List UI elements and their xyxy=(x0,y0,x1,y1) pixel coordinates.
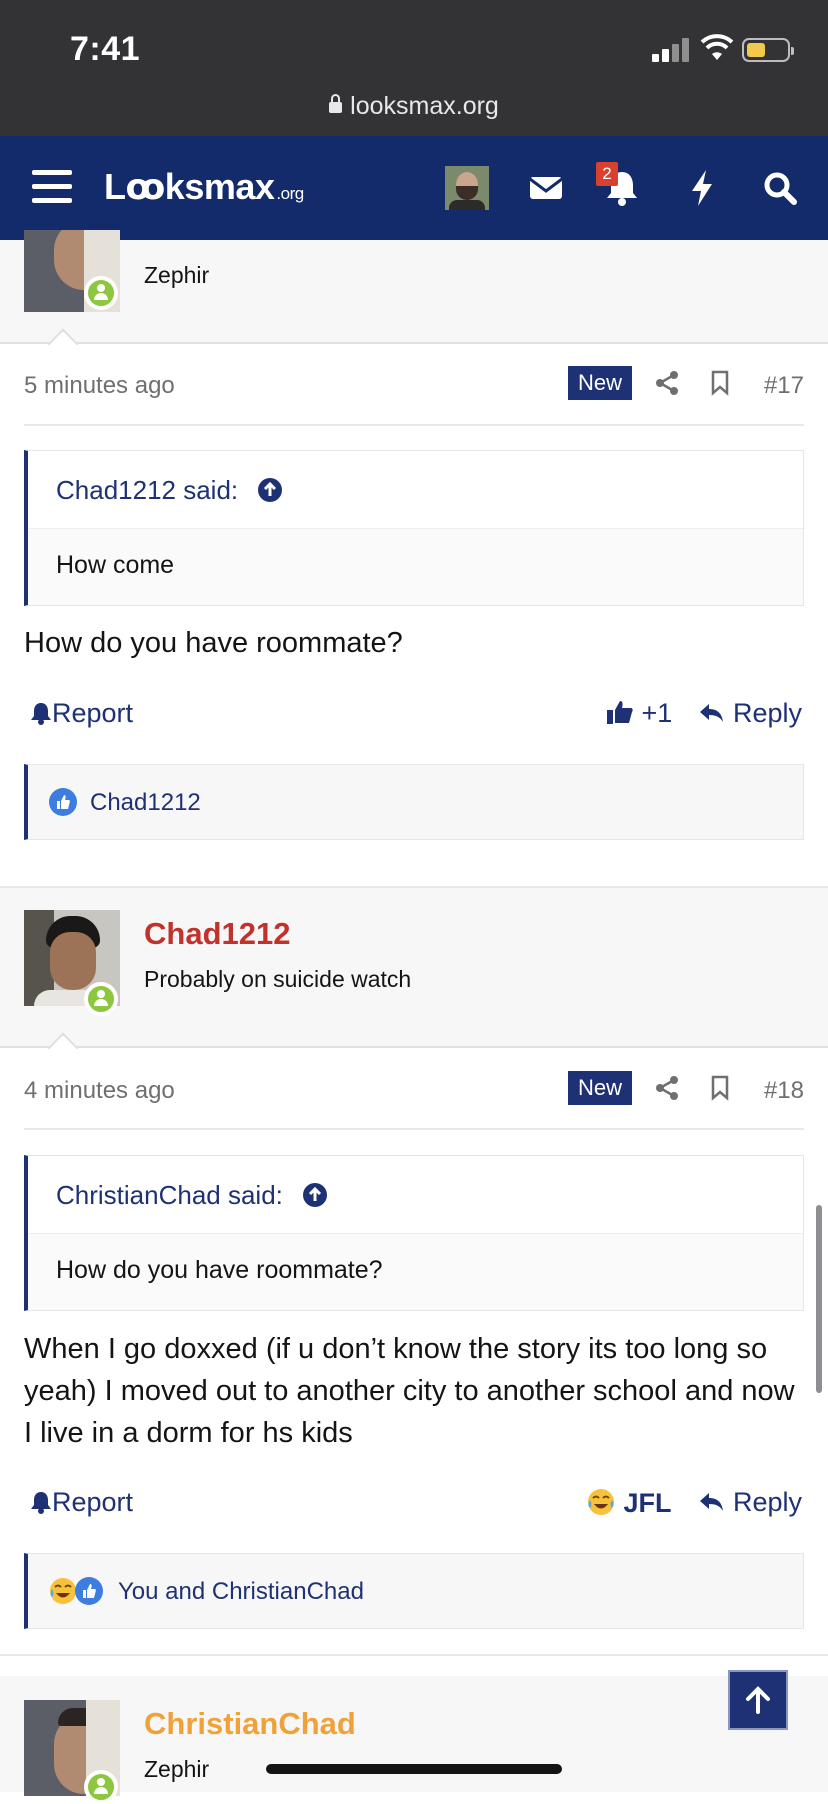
post-separator xyxy=(0,1654,828,1656)
jump-up-icon[interactable] xyxy=(302,1182,328,1208)
divider xyxy=(24,1128,804,1130)
quote-text: How come xyxy=(56,551,175,579)
arrow-up-icon xyxy=(746,1686,770,1714)
jump-up-icon[interactable] xyxy=(257,477,283,503)
reply-button[interactable]: Reply xyxy=(699,1487,802,1518)
post-number[interactable]: #17 xyxy=(764,372,804,400)
quote-author[interactable]: ChristianChad said: xyxy=(56,1180,283,1210)
bell-icon xyxy=(31,1492,51,1514)
address-bar[interactable]: looksmax.org xyxy=(0,92,828,121)
report-label: Report xyxy=(52,1487,134,1517)
clock: 7:41 xyxy=(70,30,141,68)
online-status-icon xyxy=(84,982,118,1016)
lightning-icon[interactable] xyxy=(678,164,726,212)
home-indicator[interactable] xyxy=(266,1764,562,1774)
post-17-actions: Report +1 Reply xyxy=(24,696,804,736)
post-17-meta: 5 minutes ago New #17 xyxy=(24,366,804,406)
bookmark-icon[interactable] xyxy=(710,1075,730,1101)
share-icon[interactable] xyxy=(654,1075,680,1101)
site-logo[interactable]: Lꝏksmax .org xyxy=(104,166,304,208)
bell-icon xyxy=(31,703,51,725)
report-button[interactable]: Report xyxy=(30,698,133,729)
reaction-label: JFL xyxy=(623,1488,672,1518)
reply-button[interactable]: Reply xyxy=(699,698,802,729)
report-label: Report xyxy=(52,698,134,728)
reply-label: Reply xyxy=(732,698,802,728)
post-caret xyxy=(47,1032,79,1064)
post-18-author-header: Chad1212 Probably on suicide watch xyxy=(0,888,828,1064)
scrollbar[interactable] xyxy=(816,1205,822,1393)
user-title: Probably on suicide watch xyxy=(144,966,412,992)
reactions-text[interactable]: You and ChristianChad xyxy=(118,1578,364,1606)
divider xyxy=(24,424,804,426)
like-reaction-icon xyxy=(49,788,77,816)
quote-author[interactable]: Chad1212 said: xyxy=(56,475,238,505)
bookmark-icon[interactable] xyxy=(710,370,730,396)
user-title: Zephir xyxy=(144,1756,210,1782)
logo-suffix: .org xyxy=(276,184,304,203)
reply-icon xyxy=(700,1493,724,1511)
username[interactable]: Chad1212 xyxy=(144,916,290,952)
reaction-button[interactable]: JFL xyxy=(586,1487,672,1519)
quote-header[interactable]: Chad1212 said: xyxy=(28,451,803,529)
post-caret xyxy=(47,328,79,360)
online-status-icon xyxy=(84,276,118,310)
quote-block: Chad1212 said: How come xyxy=(24,450,804,606)
reply-label: Reply xyxy=(732,1487,802,1517)
share-icon[interactable] xyxy=(654,370,680,396)
username[interactable]: ChristianChad xyxy=(144,1706,356,1742)
quote-block: ChristianChad said: How do you have room… xyxy=(24,1155,804,1311)
lock-icon xyxy=(329,94,343,113)
mail-icon[interactable] xyxy=(522,164,570,212)
battery-icon xyxy=(742,38,794,62)
cellular-signal-icon xyxy=(652,38,692,62)
account-avatar[interactable] xyxy=(445,166,489,210)
quote-text: How do you have roommate? xyxy=(56,1256,383,1284)
post-17-author-header: Zephir xyxy=(0,230,828,360)
post-19-author-header: ChristianChad Zephir xyxy=(0,1676,828,1804)
quote-header[interactable]: ChristianChad said: xyxy=(28,1156,803,1234)
post-time[interactable]: 5 minutes ago xyxy=(24,372,175,400)
report-button[interactable]: Report xyxy=(30,1487,133,1518)
post-number[interactable]: #18 xyxy=(764,1077,804,1105)
like-reaction-icon xyxy=(75,1577,103,1605)
post-body: When I go doxxed (if u don’t know the st… xyxy=(24,1333,795,1449)
thumbs-up-icon xyxy=(607,701,633,724)
alerts-badge: 2 xyxy=(596,162,618,186)
reactions-bar[interactable]: You and ChristianChad xyxy=(24,1553,804,1629)
post-body: How do you have roommate? xyxy=(24,627,403,659)
menu-icon[interactable] xyxy=(32,170,72,204)
search-icon[interactable] xyxy=(756,164,804,212)
status-bar: 7:41 looksmax.org xyxy=(0,0,828,136)
site-nav: Lꝏksmax .org 2 xyxy=(0,136,828,240)
reactions-bar[interactable]: Chad1212 xyxy=(24,764,804,840)
online-status-icon xyxy=(84,1770,118,1804)
reply-icon xyxy=(700,704,724,722)
scroll-to-top-button[interactable] xyxy=(728,1670,788,1730)
user-title: Zephir xyxy=(144,262,210,288)
url-text: looksmax.org xyxy=(350,92,499,120)
like-button[interactable]: +1 xyxy=(606,698,672,729)
crying-laughing-icon xyxy=(588,1489,614,1515)
reactions-text[interactable]: Chad1212 xyxy=(90,789,201,817)
new-badge: New xyxy=(568,366,633,400)
post-time[interactable]: 4 minutes ago xyxy=(24,1077,175,1105)
post-18-meta: 4 minutes ago New #18 xyxy=(24,1071,804,1111)
post-18-actions: Report JFL Reply xyxy=(24,1485,804,1525)
reaction-label: +1 xyxy=(641,698,673,728)
wifi-icon xyxy=(700,34,734,60)
logo-text: Lꝏksmax xyxy=(104,166,275,207)
new-badge: New xyxy=(568,1071,633,1105)
